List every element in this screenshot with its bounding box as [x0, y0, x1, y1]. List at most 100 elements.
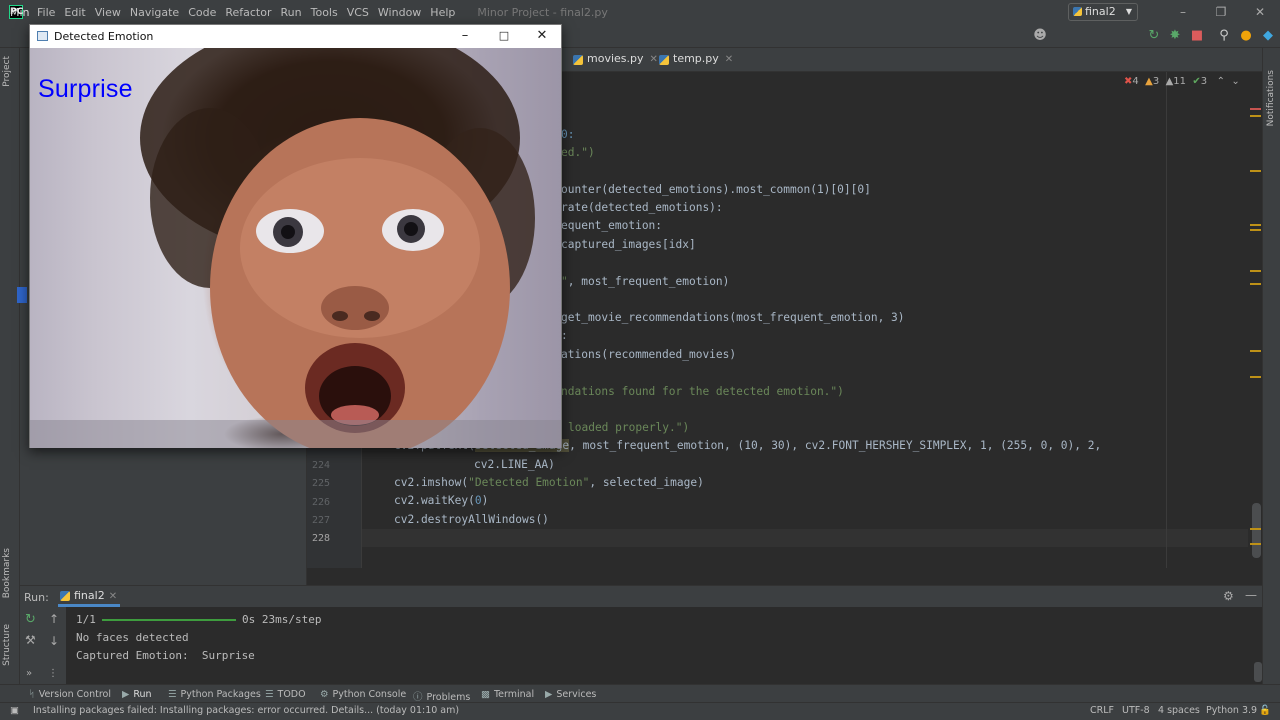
code-line: ndations found for the detected emotion.…: [561, 383, 844, 401]
tab-label: TODO: [277, 689, 306, 700]
menu-edit[interactable]: Edit: [64, 6, 85, 19]
file-encoding[interactable]: UTF-8: [1122, 705, 1150, 716]
warning-stripe-mark[interactable]: [1250, 376, 1261, 378]
maximize-icon[interactable]: ❐: [1213, 4, 1229, 20]
menu-tools[interactable]: Tools: [311, 6, 338, 19]
tab-terminal[interactable]: ▩ Terminal: [481, 689, 534, 700]
tab-services[interactable]: ▶ Services: [545, 689, 596, 700]
editor-scrollbar[interactable]: [1248, 72, 1262, 568]
structure-tool-tab[interactable]: Structure: [2, 624, 12, 666]
python-file-icon: [659, 55, 669, 65]
close-tab-icon[interactable]: ✕: [725, 54, 733, 65]
code-line: ", most_frequent_emotion): [561, 273, 729, 291]
python-interpreter[interactable]: Python 3.9: [1206, 705, 1257, 716]
expand-icon[interactable]: »: [26, 668, 32, 679]
menu-file[interactable]: File: [37, 6, 55, 19]
lock-icon[interactable]: 🔓: [1259, 705, 1271, 716]
code-token: ndations found for the detected emotion.…: [561, 385, 844, 398]
branch-icon: ᛋ: [29, 689, 35, 700]
tab-label: Python Console: [332, 689, 407, 700]
code-line: equent_emotion:: [561, 219, 663, 232]
project-tree-selection[interactable]: [17, 287, 27, 303]
warning-stripe-mark[interactable]: [1250, 350, 1261, 352]
console-scrollbar[interactable]: [1254, 662, 1262, 682]
opencv-window[interactable]: Detected Emotion – □ ✕ Surprise: [29, 24, 562, 448]
debug-icon[interactable]: ✸: [1168, 29, 1182, 43]
menu-refactor[interactable]: Refactor: [225, 6, 271, 19]
search-icon[interactable]: ⚲: [1217, 29, 1231, 43]
menu-view[interactable]: View: [95, 6, 121, 19]
indent-setting[interactable]: 4 spaces: [1158, 705, 1200, 716]
play-icon: ▶: [122, 689, 130, 700]
rerun-icon[interactable]: ↻: [1147, 29, 1161, 43]
chevron-up-icon[interactable]: ⌃: [1217, 76, 1225, 87]
inspection-widget[interactable]: ✖4 ▲3 ▲11 ✔3 ⌃ ⌄: [1124, 76, 1240, 87]
warning-stripe-mark[interactable]: [1250, 115, 1261, 117]
error-stripe-mark[interactable]: [1250, 108, 1261, 110]
tab-movies-py[interactable]: movies.py ✕: [573, 52, 658, 65]
tab-todo[interactable]: ☰ TODO: [265, 689, 306, 700]
opencv-window-title: Detected Emotion: [54, 30, 154, 43]
chevron-down-icon[interactable]: ⌄: [1231, 76, 1239, 87]
close-tab-icon[interactable]: ✕: [650, 54, 658, 65]
line-separator[interactable]: CRLF: [1090, 705, 1114, 716]
warning-stripe-mark[interactable]: [1250, 170, 1261, 172]
code-token: cv2.waitKey(: [394, 494, 475, 507]
run-tab-final2[interactable]: final2 ✕: [58, 586, 120, 607]
tab-problems[interactable]: ⓘ Problems: [413, 689, 470, 703]
code-line: cv2.LINE_AA): [474, 458, 555, 471]
notifications-tool-tab[interactable]: Notifications: [1266, 70, 1276, 126]
gear-icon[interactable]: ⚙: [1223, 589, 1234, 603]
update-icon[interactable]: ●: [1239, 29, 1253, 43]
warning-stripe-mark[interactable]: [1250, 543, 1261, 545]
menu-run[interactable]: Run: [281, 6, 302, 19]
code-token: 0:: [561, 128, 575, 141]
status-panel-icon[interactable]: ▣: [10, 705, 19, 716]
code-token: , most_frequent_emotion): [567, 275, 730, 288]
run-config-selector[interactable]: final2 ▼: [1068, 3, 1138, 21]
bookmarks-tool-tab[interactable]: Bookmarks: [2, 548, 12, 598]
check-icon: ✔: [1192, 76, 1201, 87]
warning-stripe-mark[interactable]: [1250, 229, 1261, 231]
menu-navigate[interactable]: Navigate: [130, 6, 179, 19]
tab-temp-py[interactable]: temp.py ✕: [659, 52, 733, 65]
warning-stripe-mark[interactable]: [1250, 270, 1261, 272]
caret-line-highlight: [362, 529, 1248, 547]
tab-python-console[interactable]: ⚙ Python Console: [320, 689, 406, 700]
status-message[interactable]: Installing packages failed: Installing p…: [33, 705, 459, 716]
close-icon[interactable]: ✕: [534, 28, 550, 44]
opencv-titlebar[interactable]: Detected Emotion – □ ✕: [30, 25, 561, 48]
warning-stripe-mark[interactable]: [1250, 224, 1261, 226]
scrollbar-thumb[interactable]: [1252, 503, 1261, 558]
maximize-icon[interactable]: □: [496, 28, 512, 44]
minimize-icon[interactable]: –: [457, 28, 473, 44]
tab-python-packages[interactable]: ☰ Python Packages: [168, 689, 261, 700]
arrow-down-icon[interactable]: ↓: [49, 634, 59, 648]
project-breadcrumb[interactable]: Min: [10, 6, 30, 19]
rerun-icon[interactable]: ↻: [25, 612, 36, 627]
arrow-up-icon[interactable]: ↑: [49, 612, 59, 626]
jetbrains-ai-icon[interactable]: ◆: [1261, 29, 1275, 43]
user-icon[interactable]: ☻: [1033, 29, 1047, 43]
menu-code[interactable]: Code: [188, 6, 216, 19]
hide-icon[interactable]: —: [1245, 588, 1257, 602]
warning-stripe-mark[interactable]: [1250, 528, 1261, 530]
project-tool-tab[interactable]: Project: [2, 56, 12, 87]
line-number: 226: [311, 497, 330, 508]
menu-help[interactable]: Help: [430, 6, 455, 19]
weak-warning-count: 11: [1173, 76, 1186, 87]
minimize-icon[interactable]: –: [1175, 4, 1191, 20]
wrench-icon[interactable]: ⚒: [25, 633, 36, 647]
stop-icon[interactable]: ■: [1190, 29, 1204, 43]
tab-version-control[interactable]: ᛋ Version Control: [29, 689, 111, 700]
tab-run[interactable]: ▶ Run: [122, 689, 152, 700]
close-icon[interactable]: ✕: [1252, 4, 1268, 20]
run-label: Run:: [24, 591, 49, 604]
close-tab-icon[interactable]: ✕: [109, 591, 117, 602]
line-number: 224: [311, 460, 330, 471]
menu-vcs[interactable]: VCS: [347, 6, 369, 19]
chevron-down-icon: ▼: [1125, 7, 1132, 16]
warning-stripe-mark[interactable]: [1250, 283, 1261, 285]
more-icon[interactable]: ⋮: [48, 668, 58, 679]
menu-window[interactable]: Window: [378, 6, 421, 19]
